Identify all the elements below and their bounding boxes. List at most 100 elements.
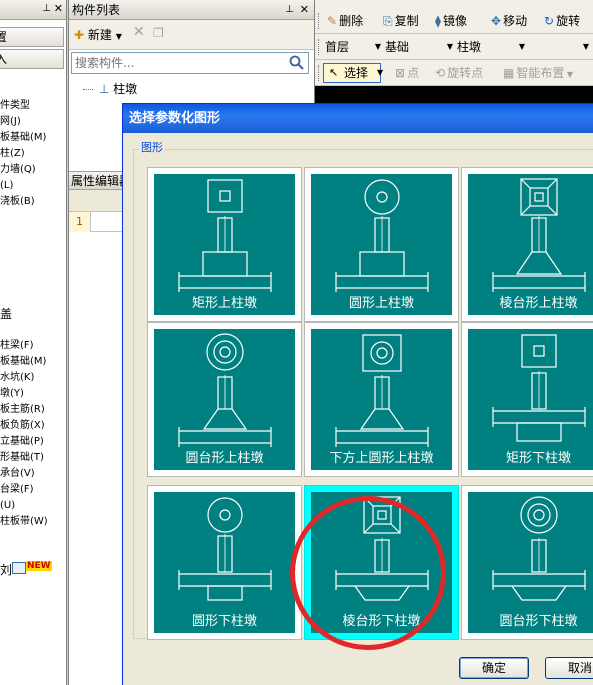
smart-layout-button[interactable]: ▦ 智能布置 ▼ — [503, 64, 573, 81]
cancel-button[interactable]: 取消 — [545, 657, 593, 679]
nav-input-button[interactable]: 入 — [0, 49, 64, 69]
shape-tile: 圆台形上柱墩 — [154, 329, 295, 470]
point-button[interactable]: ⊠ 点 — [395, 64, 419, 81]
nav-item[interactable]: 承台(V) — [0, 467, 35, 481]
dropdown-arrow-icon[interactable]: ▼ — [377, 68, 383, 77]
mirror-button[interactable]: ⧫ 镜像 — [435, 12, 467, 29]
shape-option-round-frustum-bottom[interactable]: 圆台形下柱墩 — [461, 485, 593, 640]
close-icon[interactable]: ✕ — [54, 2, 63, 15]
shape-label: 圆台形上柱墩 — [185, 451, 264, 466]
shape-label: 下方上圆形上柱墩 — [329, 451, 434, 466]
mirror-icon: ⧫ — [435, 14, 441, 28]
nav-item[interactable]: 浇板(B) — [0, 195, 35, 209]
nav-item[interactable]: 板基础(M) — [0, 131, 46, 145]
shape-option-rect-bottom[interactable]: 矩形下柱墩 — [461, 322, 593, 477]
nav-item[interactable]: 件类型 — [0, 99, 30, 113]
new-component-button[interactable]: ✚ 新建 ▼ — [74, 26, 122, 43]
pedestal-icon: ⊥ — [98, 82, 110, 96]
move-button[interactable]: ✥ 移动 — [491, 12, 527, 29]
rotate-button[interactable]: ↻ 旋转 — [544, 12, 580, 29]
component-type-select[interactable]: 柱墩 ▼ — [457, 37, 525, 57]
new-label: NEW — [26, 561, 52, 571]
dropdown-arrow-icon: ▼ — [518, 42, 525, 51]
shape-option-rect-top[interactable]: 矩形上柱墩 — [147, 167, 302, 322]
nav-item[interactable]: 形基础(T) — [0, 451, 44, 465]
floor-select[interactable]: 首层 ▼ — [325, 37, 381, 57]
toolbar-grip[interactable] — [318, 13, 321, 29]
component-select[interactable]: ▼ — [529, 37, 589, 57]
dialog-title: 选择参数化图形 — [123, 104, 593, 133]
new-feature-badge[interactable]: NEW — [12, 561, 52, 574]
shape-option-round-frustum-top[interactable]: 圆台形上柱墩 — [147, 322, 302, 477]
copy-icon[interactable]: ❐ — [153, 26, 164, 40]
component-list-title: 构件列表 — [72, 3, 121, 17]
shape-label: 棱台形上柱墩 — [499, 296, 578, 311]
search-input[interactable] — [72, 53, 284, 73]
delete-icon[interactable]: ✕ — [133, 24, 145, 40]
category-select-value: 基础 — [385, 40, 410, 54]
dropdown-arrow-icon: ▼ — [582, 42, 589, 51]
move-label: 移动 — [503, 14, 528, 28]
tree-connector — [83, 89, 93, 90]
copy-button[interactable]: ⎘ 复制 — [383, 12, 419, 29]
search-icon[interactable] — [288, 54, 306, 72]
navigation-panel-titlebar: ⊥ ✕ — [0, 0, 66, 20]
draw-toolbar-row: ↖ 选择 ▼ ⊠ 点 ⟲ 旋转点 ▦ 智能布置 ▼ — [315, 60, 593, 86]
ok-button[interactable]: 确定 — [459, 657, 529, 679]
rotate-point-label: 旋转点 — [447, 66, 484, 80]
nav-item[interactable]: 网(J) — [0, 115, 21, 129]
new-component-label: 新建 — [87, 28, 112, 42]
delete-label: 删除 — [339, 14, 364, 28]
category-select[interactable]: 基础 ▼ — [385, 37, 453, 57]
tree-item-pedestal[interactable]: ⊥ 柱墩 — [83, 80, 137, 97]
dropdown-arrow-icon: ▼ — [446, 42, 453, 51]
shape-tile: 矩形上柱墩 — [154, 174, 295, 315]
shape-option-circle-bottom[interactable]: 圆形下柱墩 — [147, 485, 302, 640]
nav-item[interactable]: 板主筋(R) — [0, 403, 45, 417]
nav-item[interactable]: 台梁(F) — [0, 483, 34, 497]
shape-label: 矩形下柱墩 — [505, 451, 571, 466]
toolbar-grip[interactable] — [318, 65, 321, 81]
toolbar-grip[interactable] — [318, 39, 321, 55]
pin-icon[interactable]: ⊥ — [42, 3, 51, 14]
rotate-icon: ↻ — [544, 14, 555, 28]
nav-item[interactable]: 立基础(P) — [0, 435, 44, 449]
mirror-label: 镜像 — [442, 14, 467, 28]
nav-item[interactable]: (L) — [0, 179, 13, 193]
copy-icon: ⎘ — [383, 14, 393, 28]
shape-tile: 圆形下柱墩 — [154, 492, 295, 633]
shape-option-frustum-top[interactable]: 棱台形上柱墩 — [461, 167, 593, 322]
rotate-label: 旋转 — [556, 14, 581, 28]
shape-option-square-base-round-top[interactable]: 下方上圆形上柱墩 — [304, 322, 459, 477]
nav-item[interactable]: 板基础(M) — [0, 355, 46, 369]
floor-select-value: 首层 — [325, 40, 350, 54]
pin-icon[interactable]: ⊥ — [285, 0, 294, 20]
delete-button[interactable]: ✎ 删除 — [327, 12, 363, 29]
shape-option-circle-top[interactable]: 圆形上柱墩 — [304, 167, 459, 322]
nav-item[interactable]: (U) — [0, 499, 15, 513]
close-icon[interactable]: ✕ — [300, 0, 309, 20]
shape-tile: 圆台形下柱墩 — [468, 492, 593, 633]
smart-layout-icon: ▦ — [503, 66, 515, 80]
component-type-select-value: 柱墩 — [457, 40, 482, 54]
nav-item[interactable]: 水坑(K) — [0, 371, 34, 385]
drawing-canvas[interactable] — [315, 86, 593, 104]
shape-tile: 圆形上柱墩 — [311, 174, 452, 315]
navigation-panel: ⊥ ✕ 置 入 件类型 网(J) 板基础(M) 柱(Z) 力墙(Q) (L) 浇… — [0, 0, 67, 685]
rotate-point-button[interactable]: ⟲ 旋转点 — [435, 64, 483, 81]
nav-item[interactable]: 柱(Z) — [0, 147, 25, 161]
edit-toolbar-row: ✎ 删除 ⎘ 复制 ⧫ 镜像 ✥ 移动 ↻ 旋转 — [315, 8, 593, 34]
row-number: 1 — [69, 212, 91, 232]
nav-item-selected[interactable]: 墩(Y) — [0, 387, 24, 401]
nav-section-title: 盖 — [0, 307, 13, 321]
rotate-point-icon: ⟲ — [435, 66, 446, 80]
select-button[interactable]: ↖ 选择 — [323, 63, 381, 83]
nav-item[interactable]: 板负筋(X) — [0, 419, 45, 433]
nav-item[interactable]: 柱梁(F) — [0, 339, 34, 353]
nav-item[interactable]: 力墙(Q) — [0, 163, 36, 177]
shape-tile: 下方上圆形上柱墩 — [311, 329, 452, 470]
nav-settings-button[interactable]: 置 — [0, 27, 64, 47]
search-field[interactable] — [71, 52, 309, 74]
nav-item[interactable]: 柱板带(W) — [0, 515, 48, 529]
move-icon: ✥ — [491, 14, 502, 28]
